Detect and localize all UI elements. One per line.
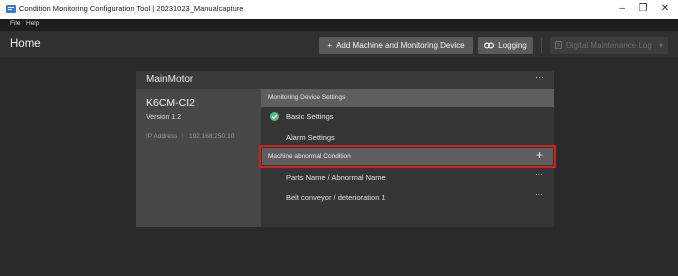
plus-icon: + <box>327 41 333 50</box>
list-item[interactable]: Belt conveyor / deterioration 1 ··· <box>262 187 553 208</box>
item-more-icon[interactable]: ··· <box>535 190 543 199</box>
minimize-button[interactable]: – <box>612 2 632 16</box>
abnormal-item-name: Belt conveyor / deterioration 1 <box>286 193 386 202</box>
app-icon <box>6 5 16 13</box>
machine-more-icon[interactable]: ··· <box>535 72 544 82</box>
abnormal-list-header: Parts Name / Abnormal Name ··· <box>262 167 553 188</box>
link-icon <box>484 42 495 49</box>
alarm-settings-link[interactable]: Alarm Settings <box>286 133 335 142</box>
chevron-down-icon: ▾ <box>659 41 664 50</box>
header-divider <box>541 38 542 53</box>
machine-card-header: MainMotor ··· <box>136 71 554 89</box>
ip-address-value: 192.168.250.10 <box>189 133 235 140</box>
menu-bar: File Help <box>0 19 678 31</box>
maximize-button[interactable]: ❐ <box>633 2 653 16</box>
window-title: Condition Monitoring Configuration Tool … <box>19 4 244 13</box>
page-title: Home <box>10 38 41 50</box>
logging-button[interactable]: Logging <box>478 37 533 54</box>
digital-maintenance-log-button[interactable]: Digital Maintenance Log ▾ <box>550 37 668 54</box>
device-model: K6CM-CI2 <box>146 97 196 109</box>
parts-abnormal-column-label: Parts Name / Abnormal Name <box>286 173 386 182</box>
title-bar: Condition Monitoring Configuration Tool … <box>0 0 678 19</box>
ip-address-label: IP Address <box>146 133 178 140</box>
basic-settings-link[interactable]: Basic Settings <box>286 112 334 121</box>
menu-help[interactable]: Help <box>26 20 39 27</box>
column-more-icon[interactable]: ··· <box>535 170 543 179</box>
ip-separator: | <box>182 133 184 140</box>
device-version: Version 1.2 <box>146 114 182 121</box>
log-icon <box>554 41 562 49</box>
add-machine-label: Add Machine and Monitoring Device <box>336 41 465 50</box>
close-button[interactable]: ✕ <box>655 2 675 16</box>
menu-file[interactable]: File <box>10 20 20 27</box>
check-icon <box>270 112 279 121</box>
add-machine-button[interactable]: + Add Machine and Monitoring Device <box>319 37 473 54</box>
dml-label: Digital Maintenance Log <box>565 41 652 50</box>
monitoring-settings-header: Monitoring Device Settings <box>261 89 554 107</box>
monitoring-settings-title: Monitoring Device Settings <box>268 94 346 101</box>
page-header: Home + Add Machine and Monitoring Device … <box>0 31 678 59</box>
machine-name: MainMotor <box>146 74 194 85</box>
logging-label: Logging <box>498 41 527 50</box>
device-info-panel: K6CM-CI2 Version 1.2 IP Address | 192.16… <box>136 89 261 227</box>
highlight-box <box>259 145 556 168</box>
